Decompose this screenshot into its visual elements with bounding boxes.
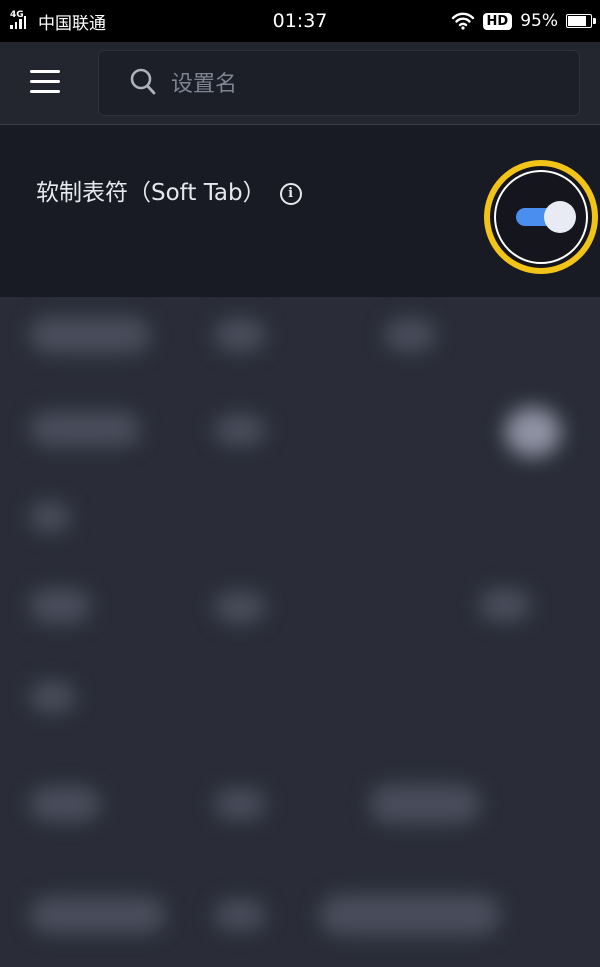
wifi-icon bbox=[451, 12, 474, 30]
top-app-bar bbox=[0, 42, 600, 164]
battery-percent: 95% bbox=[520, 11, 558, 31]
hd-badge: HD bbox=[482, 12, 513, 30]
toggle-knob bbox=[544, 201, 576, 233]
soft-tab-toggle[interactable] bbox=[514, 201, 576, 233]
status-bar-right: HD 95% bbox=[451, 0, 596, 42]
blurred-background-content bbox=[0, 297, 600, 967]
search-input[interactable] bbox=[169, 61, 553, 107]
search-bar[interactable] bbox=[98, 50, 580, 116]
battery-icon bbox=[566, 14, 596, 28]
info-icon[interactable]: i bbox=[279, 182, 302, 205]
hamburger-menu-icon[interactable] bbox=[30, 68, 62, 96]
search-icon bbox=[130, 68, 156, 95]
setting-label: 软制表符（Soft Tab） i bbox=[36, 173, 306, 213]
status-bar: 4G 中国联通 01:37 HD 95% bbox=[0, 0, 600, 42]
setting-row-soft-tab: 软制表符（Soft Tab） i bbox=[0, 125, 600, 297]
setting-label-text: 软制表符（Soft Tab） bbox=[36, 180, 266, 206]
